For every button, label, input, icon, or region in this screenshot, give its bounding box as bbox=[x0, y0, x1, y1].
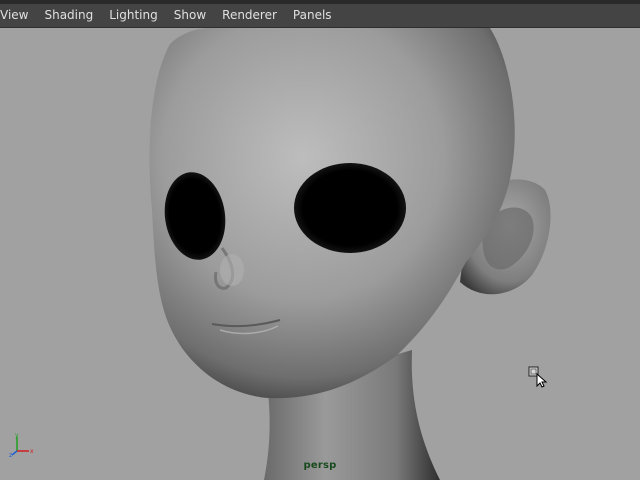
camera-name-label: persp bbox=[303, 460, 337, 471]
menu-renderer[interactable]: Renderer bbox=[214, 4, 285, 27]
axis-y-label: y bbox=[15, 432, 19, 439]
menu-show[interactable]: Show bbox=[166, 4, 214, 27]
axis-z-label: z bbox=[9, 452, 12, 457]
menu-view[interactable]: View bbox=[0, 4, 36, 27]
menu-panels[interactable]: Panels bbox=[285, 4, 340, 27]
menu-shading[interactable]: Shading bbox=[36, 4, 101, 27]
axis-gizmo-icon: y x z bbox=[9, 432, 34, 457]
right-eye-socket bbox=[294, 163, 406, 253]
mouse-cursor-icon bbox=[528, 366, 548, 388]
menu-lighting[interactable]: Lighting bbox=[101, 4, 166, 27]
3d-viewport[interactable]: y x z persp bbox=[0, 28, 640, 480]
axis-x-label: x bbox=[30, 448, 34, 455]
viewport-menu-bar: View Shading Lighting Show Renderer Pane… bbox=[0, 4, 640, 28]
character-head-model[interactable] bbox=[0, 28, 640, 480]
